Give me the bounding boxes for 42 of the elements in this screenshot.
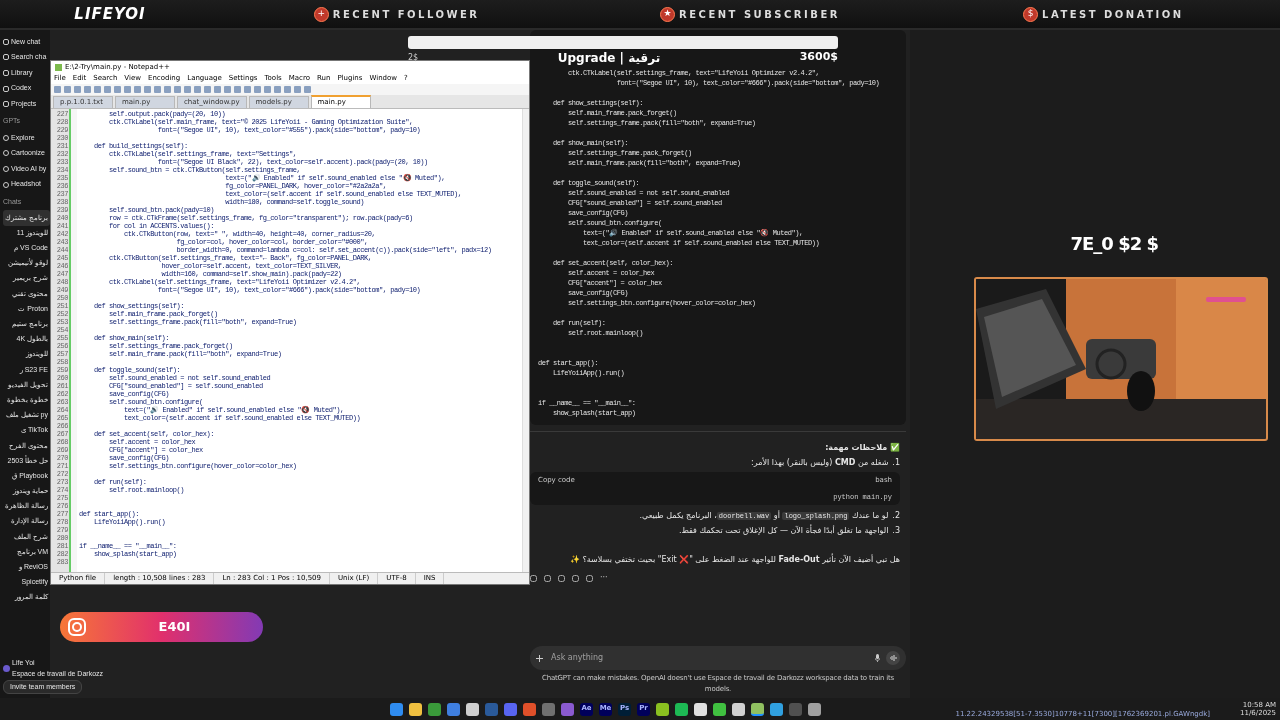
- app-icon[interactable]: [808, 702, 821, 716]
- goal-amount: 3600$: [799, 49, 838, 66]
- social-handle: E40I: [157, 618, 192, 637]
- list-number: 3.: [892, 525, 900, 537]
- goal-text: 7E_0 $2 $: [1070, 232, 1158, 256]
- nav-icon: [3, 54, 9, 61]
- app-icon[interactable]: [409, 702, 422, 716]
- app-icon[interactable]: [713, 702, 726, 716]
- app-icon[interactable]: [732, 702, 745, 716]
- widget-label: RECENT SUBSCRIBER: [679, 7, 840, 22]
- widget-icon: +: [313, 6, 329, 22]
- stream-logo: LIFEYOI: [73, 3, 147, 25]
- widget-label: LATEST DONATION: [1042, 7, 1184, 22]
- message-field[interactable]: Ask anything: [530, 646, 906, 670]
- list-number: 1.: [892, 457, 900, 469]
- nav-icon: [3, 38, 9, 45]
- message-input[interactable]: Ask anything: [549, 651, 869, 665]
- scrollbar[interactable]: [522, 109, 529, 572]
- note-text: الواجهة ما تغلق أبدًا فجأة الآن — كل الإغلاق تحت تحكمك فقط.: [678, 525, 889, 537]
- nav-icon: [3, 70, 9, 76]
- list-number: 2.: [892, 510, 900, 522]
- avatar-icon: [3, 665, 10, 673]
- nav-icon: [3, 101, 9, 108]
- more-button[interactable]: ···: [600, 572, 608, 584]
- app-icon[interactable]: [466, 702, 479, 716]
- app-icon[interactable]: [675, 702, 688, 716]
- app-icon[interactable]: [694, 702, 707, 716]
- goal-title: Upgrade | ترقية: [557, 49, 661, 67]
- app-icon[interactable]: [656, 702, 669, 716]
- widget-icon: ★: [660, 6, 675, 22]
- voice-mode-icon: [886, 651, 900, 665]
- notes-heading: ✅ ملاحظات مهمة:: [824, 442, 900, 454]
- nav-icon: [3, 85, 9, 92]
- notepad-icon: [55, 63, 62, 71]
- plus-icon: [536, 654, 543, 662]
- microphone-icon: [875, 654, 880, 662]
- goal-current: 2$: [408, 51, 419, 64]
- app-icon[interactable]: [770, 702, 783, 716]
- widget-icon: $: [1023, 6, 1039, 22]
- instagram-icon: [68, 618, 86, 636]
- widget-label: RECENT FOLLOWER: [332, 7, 480, 22]
- app-icon[interactable]: [751, 702, 764, 716]
